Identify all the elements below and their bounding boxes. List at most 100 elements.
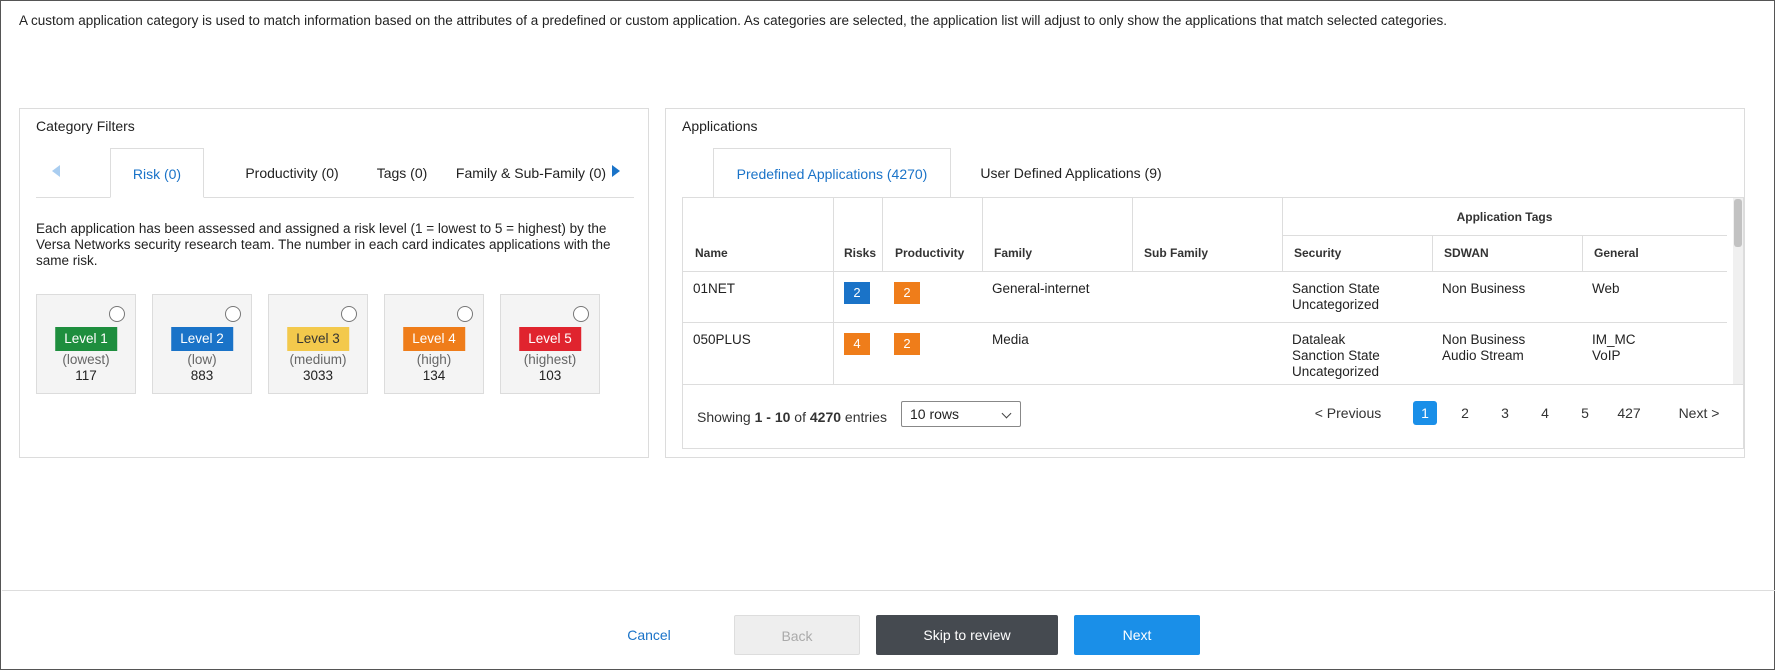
level-3-radio[interactable] bbox=[341, 306, 357, 322]
sdwan-tag: Non Business bbox=[1442, 281, 1526, 296]
column-header-family[interactable]: Family bbox=[994, 246, 1032, 260]
chevron-down-icon bbox=[1001, 408, 1012, 419]
level-1-radio[interactable] bbox=[109, 306, 125, 322]
sdwan-tags-cell: Non Business bbox=[1442, 281, 1525, 297]
tab-risk[interactable]: Risk (0) bbox=[110, 148, 204, 198]
applications-tabbar: Predefined Applications (4270) User Defi… bbox=[682, 148, 1734, 198]
tab-predefined-applications[interactable]: Predefined Applications (4270) bbox=[713, 148, 951, 198]
family-cell: Media bbox=[992, 332, 1029, 347]
level-description: (highest) bbox=[523, 352, 577, 367]
risk-description: Each application has been assessed and a… bbox=[36, 221, 636, 269]
level-count: 3033 bbox=[302, 368, 334, 383]
risk-description-line: same risk. bbox=[36, 253, 98, 268]
next-button[interactable]: Next bbox=[1074, 615, 1200, 655]
column-header-security[interactable]: Security bbox=[1294, 246, 1341, 260]
level-5-radio[interactable] bbox=[573, 306, 589, 322]
skip-to-review-button[interactable]: Skip to review bbox=[876, 615, 1058, 655]
cancel-button[interactable]: Cancel bbox=[607, 615, 691, 655]
page-button-3[interactable]: 3 bbox=[1493, 401, 1517, 425]
column-header-productivity[interactable]: Productivity bbox=[895, 246, 964, 260]
tab-family-sub-family[interactable]: Family & Sub-Family (0) bbox=[446, 148, 616, 198]
page-button-last[interactable]: 427 bbox=[1611, 401, 1647, 425]
level-badge: Level 5 bbox=[519, 327, 581, 351]
security-tag: Uncategorized bbox=[1292, 297, 1380, 312]
level-badge: Level 4 bbox=[403, 327, 465, 351]
table-scrollbar[interactable] bbox=[1733, 198, 1743, 384]
table-pager: Showing 1 - 10 of 4270 entries 10 rows <… bbox=[683, 384, 1743, 448]
risk-level-card-3[interactable]: Level 3 (medium) 3033 bbox=[268, 294, 368, 394]
productivity-badge: 2 bbox=[894, 333, 920, 355]
column-group-application-tags: Application Tags bbox=[1456, 210, 1553, 224]
tab-user-defined-applications[interactable]: User Defined Applications (9) bbox=[951, 148, 1191, 198]
previous-page-button[interactable]: < Previous bbox=[1313, 401, 1383, 425]
level-4-radio[interactable] bbox=[457, 306, 473, 322]
column-header-sub-family[interactable]: Sub Family bbox=[1144, 246, 1208, 260]
showing-entries-text: Showing 1 - 10 of 4270 entries bbox=[697, 409, 887, 425]
table-row[interactable]: 050PLUS 4 2 Media Dataleak Sanction Stat… bbox=[683, 323, 1727, 384]
risk-level-card-5[interactable]: Level 5 (highest) 103 bbox=[500, 294, 600, 394]
applications-panel: Applications Predefined Applications (42… bbox=[665, 108, 1745, 458]
back-button[interactable]: Back bbox=[734, 615, 860, 655]
intro-text: A custom application category is used to… bbox=[19, 13, 1448, 28]
level-description: (medium) bbox=[289, 352, 347, 367]
general-tag: IM_MC bbox=[1592, 332, 1636, 347]
risk-description-line: Versa Networks security research team. T… bbox=[36, 237, 611, 252]
tab-tags[interactable]: Tags (0) bbox=[368, 148, 436, 198]
risk-badge: 2 bbox=[844, 282, 870, 304]
column-header-name[interactable]: Name bbox=[695, 246, 728, 260]
risk-description-line: Each application has been assessed and a… bbox=[36, 221, 607, 236]
page-button-1[interactable]: 1 bbox=[1413, 401, 1437, 425]
family-cell: General-internet bbox=[992, 281, 1090, 296]
level-2-radio[interactable] bbox=[225, 306, 241, 322]
general-tag: Web bbox=[1592, 281, 1620, 296]
page-button-4[interactable]: 4 bbox=[1533, 401, 1557, 425]
risk-level-card-4[interactable]: Level 4 (high) 134 bbox=[384, 294, 484, 394]
risk-badge: 4 bbox=[844, 333, 870, 355]
sdwan-tag: Non Business bbox=[1442, 332, 1526, 347]
page-button-5[interactable]: 5 bbox=[1573, 401, 1597, 425]
security-tag: Sanction State bbox=[1292, 348, 1380, 363]
tab-scroll-left-icon[interactable] bbox=[52, 165, 60, 177]
next-page-button[interactable]: Next > bbox=[1673, 401, 1725, 425]
applications-table: Application Tags Name Risks Productivity… bbox=[682, 197, 1744, 449]
security-tag: Dataleak bbox=[1292, 332, 1346, 347]
risk-level-card-2[interactable]: Level 2 (low) 883 bbox=[152, 294, 252, 394]
security-tags-cell: Dataleak Sanction State Uncategorized bbox=[1292, 332, 1380, 380]
applications-title: Applications bbox=[682, 118, 758, 134]
footer-divider bbox=[2, 590, 1775, 591]
risk-level-card-1[interactable]: Level 1 (lowest) 117 bbox=[36, 294, 136, 394]
tab-productivity[interactable]: Productivity (0) bbox=[222, 148, 362, 198]
column-header-general[interactable]: General bbox=[1594, 246, 1639, 260]
table-header: Application Tags Name Risks Productivity… bbox=[683, 198, 1727, 272]
productivity-badge: 2 bbox=[894, 282, 920, 304]
security-tag: Sanction State bbox=[1292, 281, 1380, 296]
level-count: 117 bbox=[75, 368, 97, 383]
sdwan-tags-cell: Non Business Audio Stream bbox=[1442, 332, 1525, 364]
level-count: 134 bbox=[422, 368, 446, 383]
table-row[interactable]: 01NET 2 2 General-internet Sanction Stat… bbox=[683, 272, 1727, 323]
tab-scroll-right-icon[interactable] bbox=[612, 165, 620, 177]
rows-per-page-select[interactable]: 10 rows bbox=[901, 401, 1021, 427]
category-tabbar: Risk (0) Productivity (0) Tags (0) Famil… bbox=[36, 148, 634, 198]
level-description: (high) bbox=[416, 352, 452, 367]
app-name: 050PLUS bbox=[693, 332, 751, 347]
level-description: (lowest) bbox=[62, 352, 110, 367]
level-count: 883 bbox=[190, 368, 214, 383]
general-tags-cell: IM_MC VoIP bbox=[1592, 332, 1636, 364]
level-badge: Level 2 bbox=[171, 327, 233, 351]
page-button-2[interactable]: 2 bbox=[1453, 401, 1477, 425]
wizard-frame: A custom application category is used to… bbox=[0, 0, 1775, 670]
column-header-risks[interactable]: Risks bbox=[844, 246, 876, 260]
security-tag: Uncategorized bbox=[1292, 364, 1380, 379]
column-header-sdwan[interactable]: SDWAN bbox=[1444, 246, 1489, 260]
sdwan-tag: Audio Stream bbox=[1442, 348, 1524, 363]
general-tags-cell: Web bbox=[1592, 281, 1620, 297]
security-tags-cell: Sanction State Uncategorized bbox=[1292, 281, 1380, 313]
scrollbar-thumb[interactable] bbox=[1734, 199, 1742, 247]
level-description: (low) bbox=[187, 352, 217, 367]
category-filters-title: Category Filters bbox=[36, 118, 135, 134]
level-badge: Level 3 bbox=[287, 327, 349, 351]
category-filters-panel: Category Filters Risk (0) Productivity (… bbox=[19, 108, 649, 458]
level-count: 103 bbox=[538, 368, 562, 383]
level-badge: Level 1 bbox=[55, 327, 117, 351]
